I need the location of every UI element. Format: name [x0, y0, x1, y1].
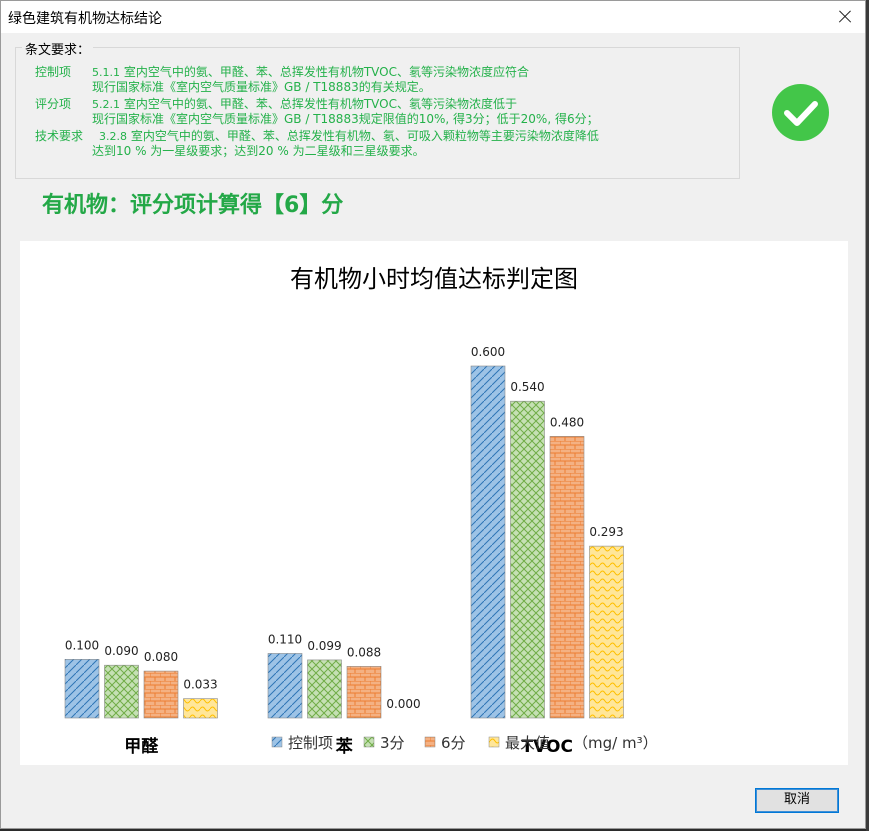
bar-chart: 有机物小时均值达标判定图 0.100 0.110 0.600 0.090 0.0…: [20, 241, 848, 765]
requirement-text: 5.1.1 室内空气中的氨、甲醛、苯、总挥发性有机物TVOC、氡等污染物浓度应符…: [92, 65, 529, 80]
bar-2-2: [549, 436, 585, 719]
title-bar: 绿色建筑有机物达标结论: [1, 1, 865, 33]
score-summary: 有机物：评分项计算得【6】分: [42, 193, 344, 218]
data-label-3-1: 0.000: [386, 697, 420, 711]
check-circle-icon: [772, 84, 829, 141]
requirement-text: 3.2.8 室内空气中的氨、甲醛、苯、总挥发性有机物、氡、可吸入颗粒物等主要污染…: [99, 129, 599, 144]
requirement-key: 评分项: [35, 97, 72, 111]
requirement-num: 5.1.1: [92, 66, 120, 79]
legend-label: 控制项: [288, 734, 333, 752]
requirement-line-2: 现行国家标准《室内空气质量标准》GB / T18883的有关规定。: [92, 80, 431, 94]
data-label-2-0: 0.080: [144, 650, 178, 664]
bar-0-2: [470, 365, 506, 719]
data-label-3-2: 0.293: [589, 525, 623, 539]
requirement-text: 5.2.1 室内空气中的氨、甲醛、苯、总挥发性有机物TVOC、氡等污染物浓度低于: [92, 97, 517, 112]
bar-2-1: [346, 666, 382, 719]
data-label-2-1: 0.088: [347, 645, 381, 659]
data-label-1-2: 0.540: [510, 380, 544, 394]
bar-3-0: [183, 698, 218, 719]
data-label-0-1: 0.110: [268, 632, 302, 646]
bar-1-1: [307, 659, 342, 719]
data-label-1-1: 0.099: [307, 639, 341, 653]
requirement-line: 室内空气中的氨、甲醛、苯、总挥发性有机物TVOC、氡等污染物浓度应符合: [123, 65, 529, 79]
bar-1-2: [510, 400, 545, 719]
requirement-item: 控制项: [35, 65, 71, 80]
bar-1-0: [104, 664, 139, 719]
requirement-key: 技术要求: [35, 129, 84, 143]
legend-label: 3分: [380, 734, 405, 752]
bar-2-0: [143, 670, 179, 719]
unit-label: （mg/ m³）: [573, 734, 658, 752]
bar-0-1: [267, 653, 303, 719]
requirement-line-2: 达到10 % 为一星级要求；达到20 % 为二星级和三星级要求。: [92, 144, 425, 158]
bar-3-2: [589, 545, 624, 719]
legend-swatch: [488, 736, 500, 748]
requirement-line-2: 现行国家标准《室内空气质量标准》GB / T18883规定限值的10%, 得3分…: [92, 112, 599, 126]
requirement-line: 室内空气中的氨、甲醛、苯、总挥发性有机物TVOC、氡等污染物浓度低于: [123, 97, 517, 111]
requirement-item: 技术要求: [35, 129, 83, 144]
category-label: 甲醛: [124, 736, 159, 757]
data-label-2-2: 0.480: [550, 415, 584, 429]
data-label-0-0: 0.100: [65, 638, 99, 652]
requirement-num: 5.2.1: [92, 98, 120, 111]
legend-swatch: [271, 736, 283, 748]
requirements-group-label: 条文要求：: [22, 39, 94, 58]
cancel-button[interactable]: 取消: [755, 788, 839, 813]
data-label-0-2: 0.600: [471, 345, 505, 359]
category-label: 苯: [335, 736, 353, 757]
legend-swatch: [363, 736, 375, 748]
data-label-1-0: 0.090: [104, 644, 138, 658]
legend-swatch: [424, 736, 436, 748]
window-title: 绿色建筑有机物达标结论: [8, 11, 162, 27]
legend-label: 6分: [441, 734, 466, 752]
bar-0-0: [64, 659, 100, 719]
close-icon[interactable]: [831, 5, 859, 29]
legend-label: 最大值: [505, 734, 550, 752]
chart-canvas: 0.100 0.110 0.600 0.090 0.099 0.540 0.080 0.088…: [64, 345, 658, 757]
requirement-line: 室内空气中的氨、甲醛、苯、总挥发性有机物、氡、可吸入颗粒物等主要污染物浓度降低: [130, 129, 599, 143]
requirement-key: 控制项: [35, 65, 72, 79]
dialog-window: 绿色建筑有机物达标结论 条文要求： 控制项 5.1.1 室内空气中的氨、甲醛、苯…: [0, 0, 866, 829]
data-label-3-0: 0.033: [183, 678, 217, 692]
requirement-num: 3.2.8: [99, 130, 127, 143]
requirement-item: 评分项: [35, 97, 71, 112]
